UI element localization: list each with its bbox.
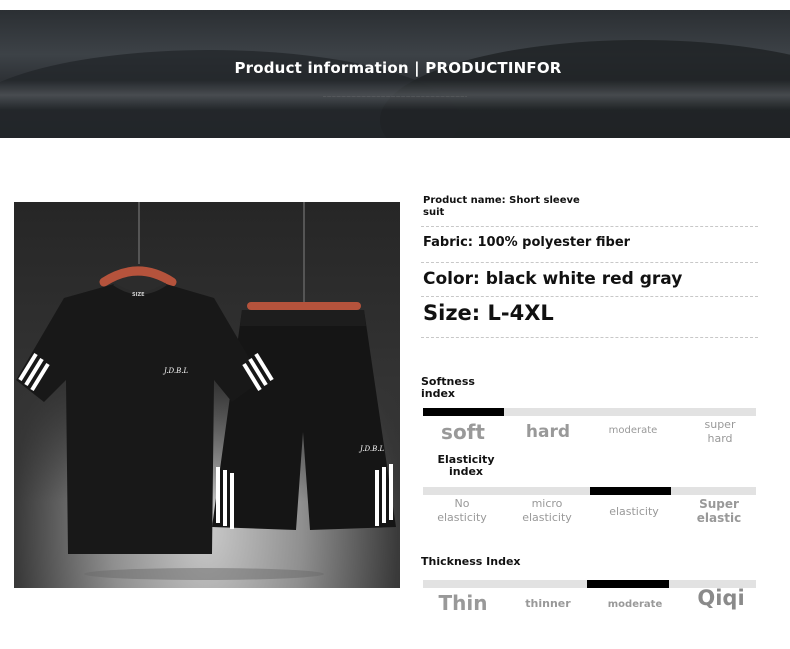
divider <box>421 337 758 338</box>
softness-option: super hard <box>704 418 736 445</box>
product-size: Size: L-4XL <box>423 301 554 325</box>
product-photo: SIZE J.D.B.L J.D.B.L <box>14 202 400 588</box>
softness-option: soft <box>441 420 485 444</box>
thickness-label: Thickness Index <box>421 555 521 568</box>
divider <box>421 226 758 227</box>
softness-option: moderate <box>608 425 658 436</box>
softness-label: Softness index <box>421 375 475 400</box>
shirt-logo: J.D.B.L <box>164 367 189 375</box>
banner-title: Product information | PRODUCTINFOR <box>234 59 562 77</box>
elasticity-bar <box>423 487 756 495</box>
shorts-logo: J.D.B.L <box>360 445 385 453</box>
thickness-option: thinner <box>525 597 571 610</box>
thickness-option: moderate <box>607 599 663 610</box>
elasticity-option: elasticity <box>609 505 659 518</box>
product-color: Color: black white red gray <box>423 269 683 289</box>
elasticity-selected-segment <box>590 487 671 495</box>
elasticity-option: micro elasticity <box>522 497 572 524</box>
divider <box>421 262 758 263</box>
product-fabric: Fabric: 100% polyester fiber <box>423 235 631 250</box>
elasticity-label: Elasticity index <box>437 453 495 478</box>
top-strip <box>0 0 790 8</box>
thickness-option: Thin <box>438 591 488 615</box>
thickness-option: Qiqi <box>697 586 745 610</box>
banner-subtitle: ........................................… <box>322 94 468 98</box>
divider <box>421 296 758 297</box>
shirt-neck-tag: SIZE <box>132 292 145 298</box>
product-name: Product name: Short sleeve suit <box>423 195 580 218</box>
tshirt-image <box>16 266 396 580</box>
softness-option: hard <box>525 422 571 442</box>
thickness-selected-segment <box>587 580 669 588</box>
softness-bar <box>423 408 756 416</box>
header-banner: Product information | PRODUCTINFOR .....… <box>0 10 790 138</box>
elasticity-option: No elasticity <box>437 497 487 524</box>
softness-selected-segment <box>423 408 504 416</box>
elasticity-option: Super elastic <box>696 497 742 525</box>
